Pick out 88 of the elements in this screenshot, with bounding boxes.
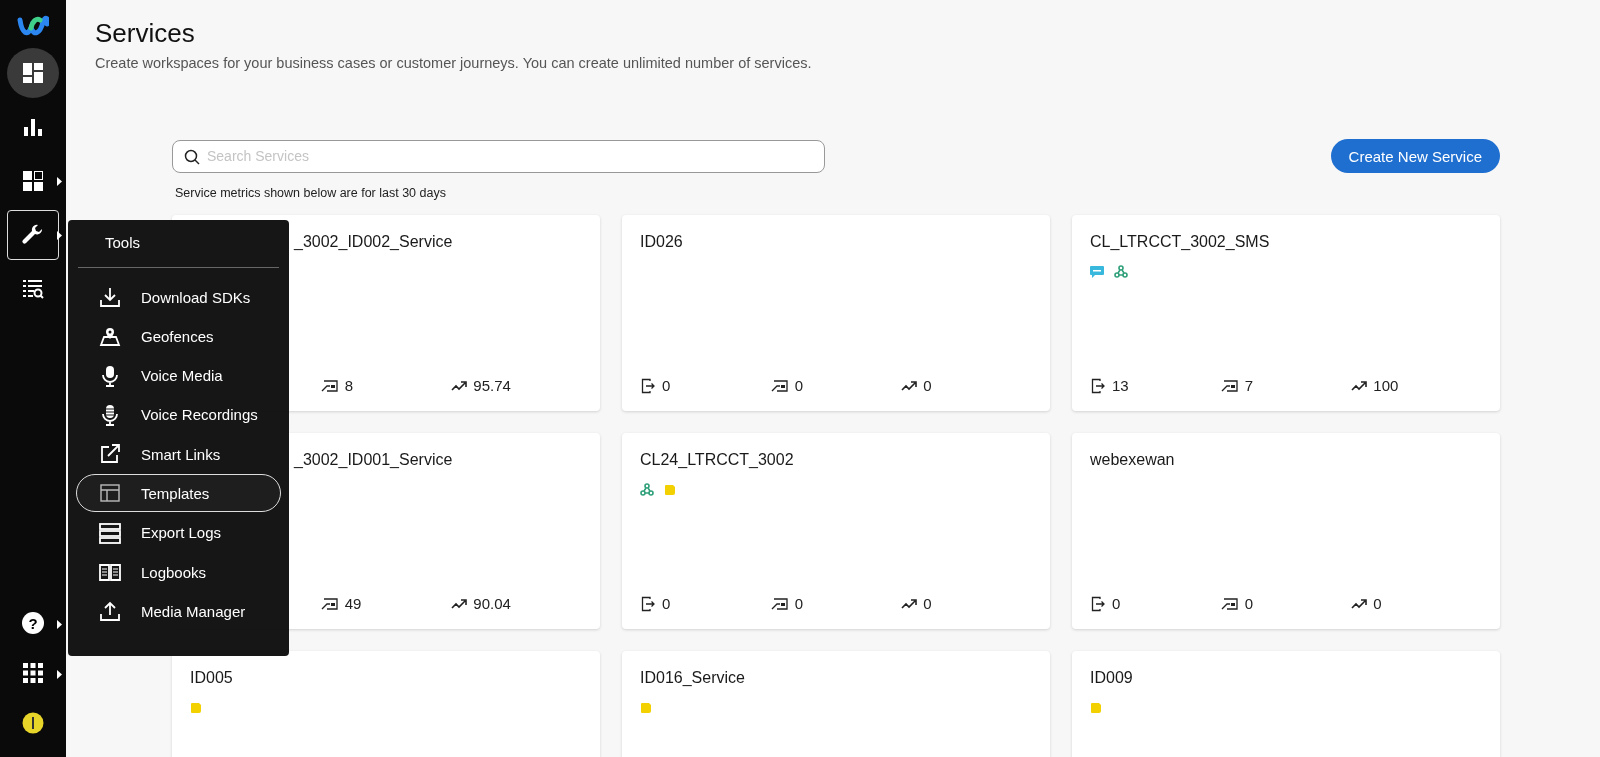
metric-value: 0 <box>662 595 671 613</box>
external-link-icon <box>99 443 121 466</box>
menu-title: Tools <box>105 234 141 251</box>
trend-up-icon <box>901 380 918 392</box>
trend-up-icon <box>451 598 468 610</box>
download-icon <box>99 286 121 308</box>
help-icon: ? <box>22 612 44 634</box>
transfer-icon <box>320 379 339 393</box>
caret-icon <box>57 177 62 186</box>
service-title: CL24_LTRCCT_3002 <box>640 451 794 469</box>
service-title: _3002_ID002_Service <box>294 233 453 251</box>
note-icon <box>664 483 676 496</box>
trend-up-icon <box>1351 380 1368 392</box>
apps-icon <box>22 170 44 192</box>
server-icon <box>99 521 121 544</box>
entry-icon <box>640 378 656 394</box>
metric-value: 13 <box>1112 377 1129 395</box>
list-search-icon <box>22 278 44 300</box>
service-card[interactable]: ID016_Service <box>622 651 1050 757</box>
sidebar-help-button[interactable]: ? <box>7 599 59 647</box>
entry-icon <box>1090 378 1106 394</box>
note-icon <box>1090 701 1102 714</box>
avatar-icon <box>22 712 44 734</box>
search-field[interactable]: Search Services <box>172 139 825 173</box>
page-title: Services <box>95 18 196 49</box>
metric-value: 0 <box>923 595 932 613</box>
metric-value: 0 <box>794 377 803 395</box>
create-service-button[interactable]: Create New Service <box>1330 139 1500 173</box>
app-grid-icon <box>23 663 43 683</box>
note-icon <box>190 701 202 714</box>
metric-value: 90.04 <box>473 595 511 613</box>
service-card[interactable]: ID009 <box>1072 651 1500 757</box>
service-card[interactable]: CL24_LTRCCT_3002 0 0 0 <box>622 433 1050 629</box>
trend-up-icon <box>451 380 468 392</box>
transfer-icon <box>1220 597 1239 611</box>
metric-value: 0 <box>1112 595 1121 613</box>
search-icon <box>184 148 200 165</box>
service-card[interactable]: webexewan 0 0 0 <box>1072 433 1500 629</box>
metric-value: 100 <box>1373 377 1399 395</box>
service-title: _3002_ID001_Service <box>294 451 453 469</box>
map-pin-icon <box>99 325 121 348</box>
entry-icon <box>640 596 656 612</box>
note-icon <box>640 701 652 714</box>
sidebar-tools-button[interactable] <box>7 210 59 260</box>
bar-chart-icon <box>23 117 43 137</box>
metric-value: 7 <box>1244 377 1253 395</box>
metric-value: 95.74 <box>473 377 511 395</box>
sidebar-dashboard-button[interactable] <box>7 48 59 98</box>
template-icon <box>99 482 121 505</box>
service-title: ID026 <box>640 233 683 251</box>
trend-up-icon <box>901 598 918 610</box>
entry-icon <box>1090 596 1106 612</box>
page-subtitle: Create workspaces for your business cases or customer journeys. You can create unlimited number of services. <box>95 55 813 71</box>
transfer-icon <box>770 597 789 611</box>
service-card[interactable]: ID026 0 0 0 <box>622 215 1050 411</box>
caret-icon <box>57 670 62 679</box>
trend-up-icon <box>1351 598 1368 610</box>
transfer-icon <box>320 597 339 611</box>
metric-value: 49 <box>344 595 362 613</box>
menu-item[interactable]: Templates <box>76 474 281 513</box>
service-title: CL_LTRCCT_3002_SMS <box>1090 233 1270 251</box>
service-card[interactable]: CL_LTRCCT_3002_SMS 13 7 100 <box>1072 215 1500 411</box>
wrench-icon <box>21 223 45 247</box>
book-icon <box>99 561 121 584</box>
caret-icon <box>57 620 62 629</box>
service-card[interactable]: ID005 <box>172 651 600 757</box>
service-title: ID009 <box>1090 669 1133 687</box>
service-title: ID016_Service <box>640 669 745 687</box>
metric-value: 0 <box>1244 595 1253 613</box>
logo-icon <box>17 14 49 38</box>
metric-value: 0 <box>662 377 671 395</box>
sms-chat-icon <box>1090 265 1104 278</box>
dashboard-icon <box>22 62 44 84</box>
metric-value: 8 <box>344 377 353 395</box>
metric-value: 0 <box>923 377 932 395</box>
metric-value: 0 <box>1373 595 1382 613</box>
caret-icon <box>57 231 62 240</box>
metric-value: 0 <box>794 595 803 613</box>
microphone-icon <box>99 364 121 387</box>
transfer-icon <box>770 379 789 393</box>
metrics-note: Service metrics shown below are for last 30 days <box>175 186 447 200</box>
service-title: ID005 <box>190 669 233 687</box>
upload-icon <box>99 600 121 623</box>
transfer-icon <box>1220 379 1239 393</box>
webhook-icon <box>640 483 654 496</box>
webhook-icon <box>1114 265 1128 278</box>
microphone-icon <box>99 403 121 426</box>
service-title: webexewan <box>1090 451 1175 469</box>
